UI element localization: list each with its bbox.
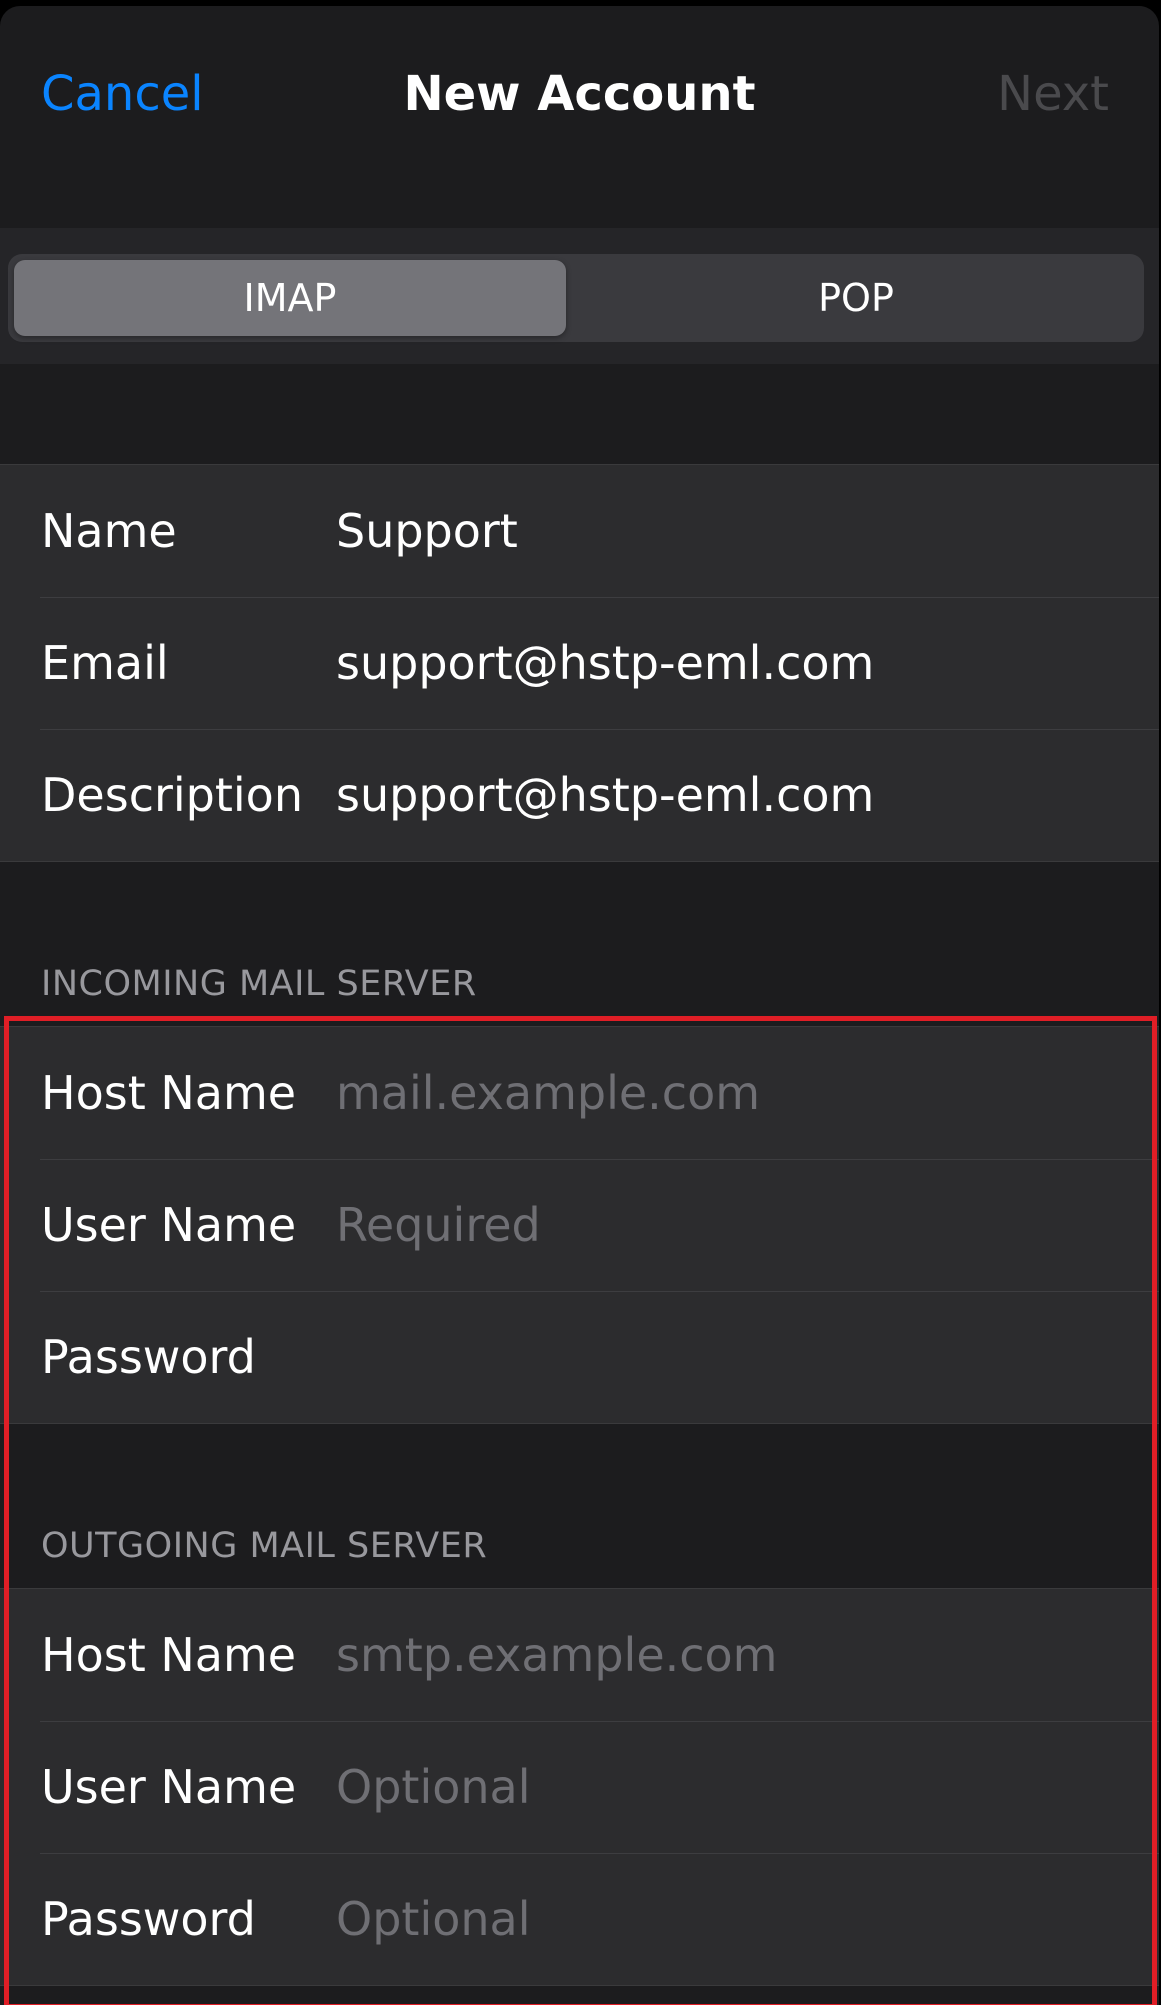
incoming-server-header: INCOMING MAIL SERVER [41, 964, 477, 1004]
incoming-host-row: Host Name [0, 1027, 1159, 1159]
account-info-group: Name Email Description [0, 464, 1159, 862]
outgoing-user-label: User Name [41, 1760, 297, 1814]
description-label: Description [41, 768, 303, 822]
account-type-segmented-control: IMAP POP [8, 254, 1144, 342]
email-label: Email [41, 636, 169, 690]
outgoing-password-row: Password [0, 1853, 1159, 1985]
outgoing-user-field[interactable] [336, 1745, 1136, 1829]
incoming-user-field[interactable] [336, 1183, 1136, 1267]
outgoing-host-field[interactable] [336, 1613, 1136, 1697]
outgoing-host-row: Host Name [0, 1589, 1159, 1721]
incoming-user-row: User Name [0, 1159, 1159, 1291]
segment-pop[interactable]: POP [574, 260, 1138, 336]
outgoing-server-group: Host Name User Name Password [0, 1588, 1159, 1986]
outgoing-server-header: OUTGOING MAIL SERVER [41, 1526, 488, 1566]
new-account-sheet: Cancel New Account Next IMAP POP Name Em… [0, 6, 1159, 2005]
email-row: Email [0, 597, 1159, 729]
next-button[interactable]: Next [997, 62, 1109, 126]
incoming-host-field[interactable] [336, 1051, 1136, 1135]
incoming-password-row: Password [0, 1291, 1159, 1423]
segment-imap[interactable]: IMAP [14, 260, 566, 336]
incoming-host-label: Host Name [41, 1066, 297, 1120]
email-field[interactable] [336, 621, 1136, 705]
name-label: Name [41, 504, 177, 558]
outgoing-user-row: User Name [0, 1721, 1159, 1853]
incoming-user-label: User Name [41, 1198, 297, 1252]
incoming-password-field[interactable] [336, 1315, 1136, 1399]
name-field[interactable] [336, 489, 1136, 573]
outgoing-password-field[interactable] [336, 1877, 1136, 1961]
description-row: Description [0, 729, 1159, 861]
description-field[interactable] [336, 753, 1136, 837]
outgoing-password-label: Password [41, 1892, 256, 1946]
outgoing-host-label: Host Name [41, 1628, 297, 1682]
incoming-server-group: Host Name User Name Password [0, 1026, 1159, 1424]
incoming-password-label: Password [41, 1330, 256, 1384]
account-type-band: IMAP POP [0, 228, 1159, 364]
name-row: Name [0, 465, 1159, 597]
navigation-bar: Cancel New Account Next [0, 6, 1159, 226]
page-title: New Account [403, 66, 756, 122]
